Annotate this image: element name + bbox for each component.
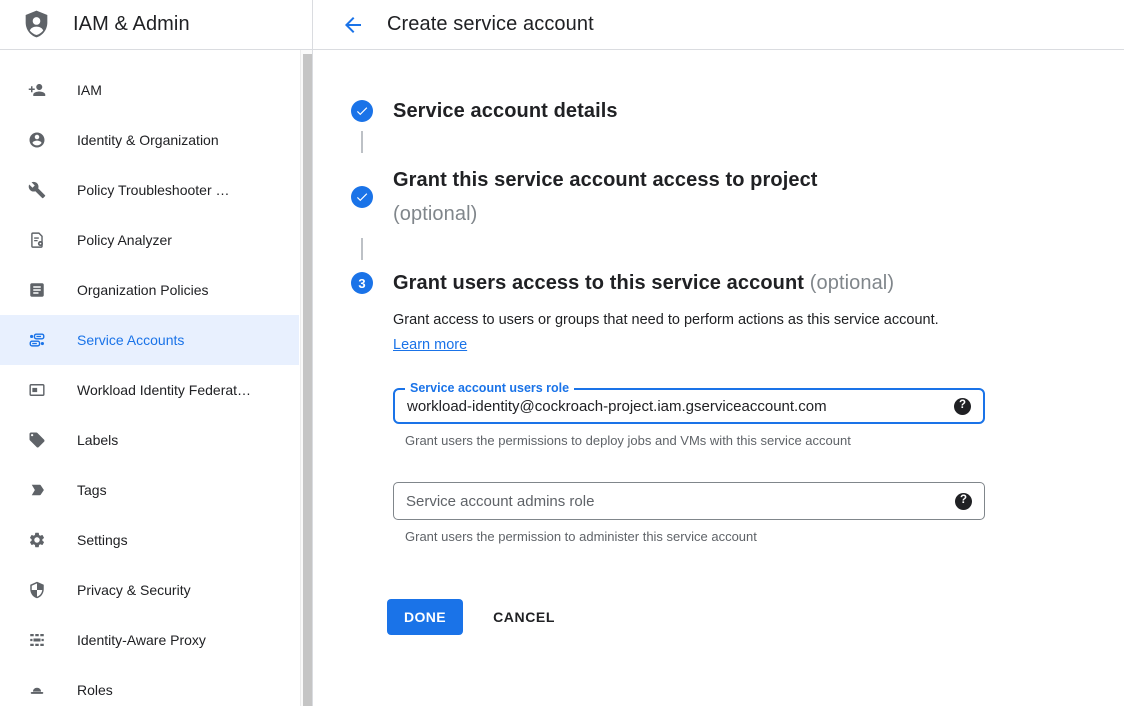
step-3-grant-users-access[interactable]: 3 Grant users access to this service acc…: [351, 270, 1124, 296]
step-1-service-account-details[interactable]: Service account details: [351, 98, 1124, 124]
done-button[interactable]: DONE: [387, 599, 463, 635]
step-connector: [361, 131, 363, 153]
sidebar-item-policy-analyzer[interactable]: Policy Analyzer: [0, 215, 299, 265]
wrench-icon: [28, 181, 46, 199]
person-add-icon: [28, 81, 46, 99]
label-tag-icon: [28, 431, 46, 449]
sidebar-item-identity-aware-proxy[interactable]: Identity-Aware Proxy: [0, 615, 299, 665]
step-3-title-text: Grant users access to this service accou…: [393, 272, 804, 294]
users-role-floating-label: Service account users role: [405, 381, 574, 396]
service-accounts-icon: [28, 331, 46, 349]
scrollbar-thumb[interactable]: [303, 54, 312, 706]
admins-role-helper-text: Grant users the permission to administer…: [405, 529, 1124, 544]
step-2-optional-label: (optional): [393, 197, 818, 231]
sidebar-item-roles[interactable]: Roles: [0, 665, 299, 707]
app-header: IAM & Admin Create service account: [0, 0, 1124, 50]
form-action-buttons: DONE CANCEL: [387, 599, 1124, 635]
step-1-check-icon: [351, 100, 373, 122]
page-title: Create service account: [387, 13, 594, 36]
sidebar-item-service-accounts[interactable]: Service Accounts: [0, 315, 299, 365]
sidebar-item-label: Identity-Aware Proxy: [77, 632, 206, 648]
step-3-title: Grant users access to this service accou…: [393, 270, 894, 296]
sidebar-item-iam[interactable]: IAM: [0, 65, 299, 115]
description-text: Grant access to users or groups that nee…: [393, 312, 939, 328]
sidebar-item-label: Identity & Organization: [77, 132, 219, 148]
sidebar-item-policy-troubleshooter[interactable]: Policy Troubleshooter …: [0, 165, 299, 215]
sidebar-item-label: Policy Analyzer: [77, 232, 172, 248]
identity-icon: [28, 131, 46, 149]
sidebar-item-label: Workload Identity Federat…: [77, 382, 251, 398]
step-2-title: Grant this service account access to pro…: [393, 163, 818, 197]
cancel-button[interactable]: CANCEL: [493, 609, 555, 625]
sidebar-scrollbar[interactable]: [300, 50, 312, 706]
create-service-account-form: Service account details Grant this servi…: [313, 50, 1124, 706]
sidebar-item-label: Settings: [77, 532, 128, 548]
step-3-number-badge: 3: [351, 272, 373, 294]
roles-hat-icon: [28, 681, 46, 699]
sidebar-item-label: IAM: [77, 82, 102, 98]
sidebar-item-label: Policy Troubleshooter …: [77, 182, 230, 198]
sidebar-item-identity-organization[interactable]: Identity & Organization: [0, 115, 299, 165]
step-3-description: Grant access to users or groups that nee…: [393, 308, 955, 358]
step-connector: [361, 238, 363, 260]
sidebar-item-organization-policies[interactable]: Organization Policies: [0, 265, 299, 315]
learn-more-link[interactable]: Learn more: [393, 337, 467, 353]
sidebar-item-privacy-security[interactable]: Privacy & Security: [0, 565, 299, 615]
sidebar-item-label: Labels: [77, 432, 118, 448]
product-header: IAM & Admin: [0, 0, 313, 49]
sidebar-nav: IAM Identity & Organization Policy Troub…: [0, 50, 313, 706]
workload-identity-icon: [28, 381, 46, 399]
sidebar-item-label: Roles: [77, 682, 113, 698]
sidebar-item-tags[interactable]: Tags: [0, 465, 299, 515]
help-icon[interactable]: ?: [954, 398, 971, 415]
policy-analyzer-icon: [28, 231, 46, 249]
users-role-helper-text: Grant users the permissions to deploy jo…: [405, 433, 1124, 448]
back-arrow-icon[interactable]: [341, 13, 365, 37]
shield-icon: [28, 581, 46, 599]
sidebar-item-workload-identity-federation[interactable]: Workload Identity Federat…: [0, 365, 299, 415]
tags-icon: [28, 481, 46, 499]
step-2-grant-access-to-project[interactable]: Grant this service account access to pro…: [351, 163, 1124, 231]
step-2-check-icon: [351, 186, 373, 208]
iam-shield-logo-icon: [20, 8, 53, 41]
admins-role-input[interactable]: [394, 483, 955, 519]
sidebar-item-label: Organization Policies: [77, 282, 209, 298]
sidebar-item-label: Service Accounts: [77, 332, 184, 348]
step-1-title: Service account details: [393, 98, 618, 124]
service-account-users-role-field[interactable]: Service account users role ?: [393, 388, 985, 424]
help-icon[interactable]: ?: [955, 493, 972, 510]
sidebar-item-labels[interactable]: Labels: [0, 415, 299, 465]
org-policies-icon: [28, 281, 46, 299]
sidebar-item-settings[interactable]: Settings: [0, 515, 299, 565]
iap-icon: [28, 631, 46, 649]
step-2-title-block: Grant this service account access to pro…: [393, 163, 818, 231]
product-title: IAM & Admin: [73, 13, 190, 36]
gear-icon: [28, 531, 46, 549]
step-3-optional-label: (optional): [810, 272, 894, 294]
sidebar-item-label: Privacy & Security: [77, 582, 191, 598]
sidebar-item-label: Tags: [77, 482, 107, 498]
service-account-admins-role-field[interactable]: ?: [393, 482, 985, 520]
page-header: Create service account: [313, 0, 1124, 49]
